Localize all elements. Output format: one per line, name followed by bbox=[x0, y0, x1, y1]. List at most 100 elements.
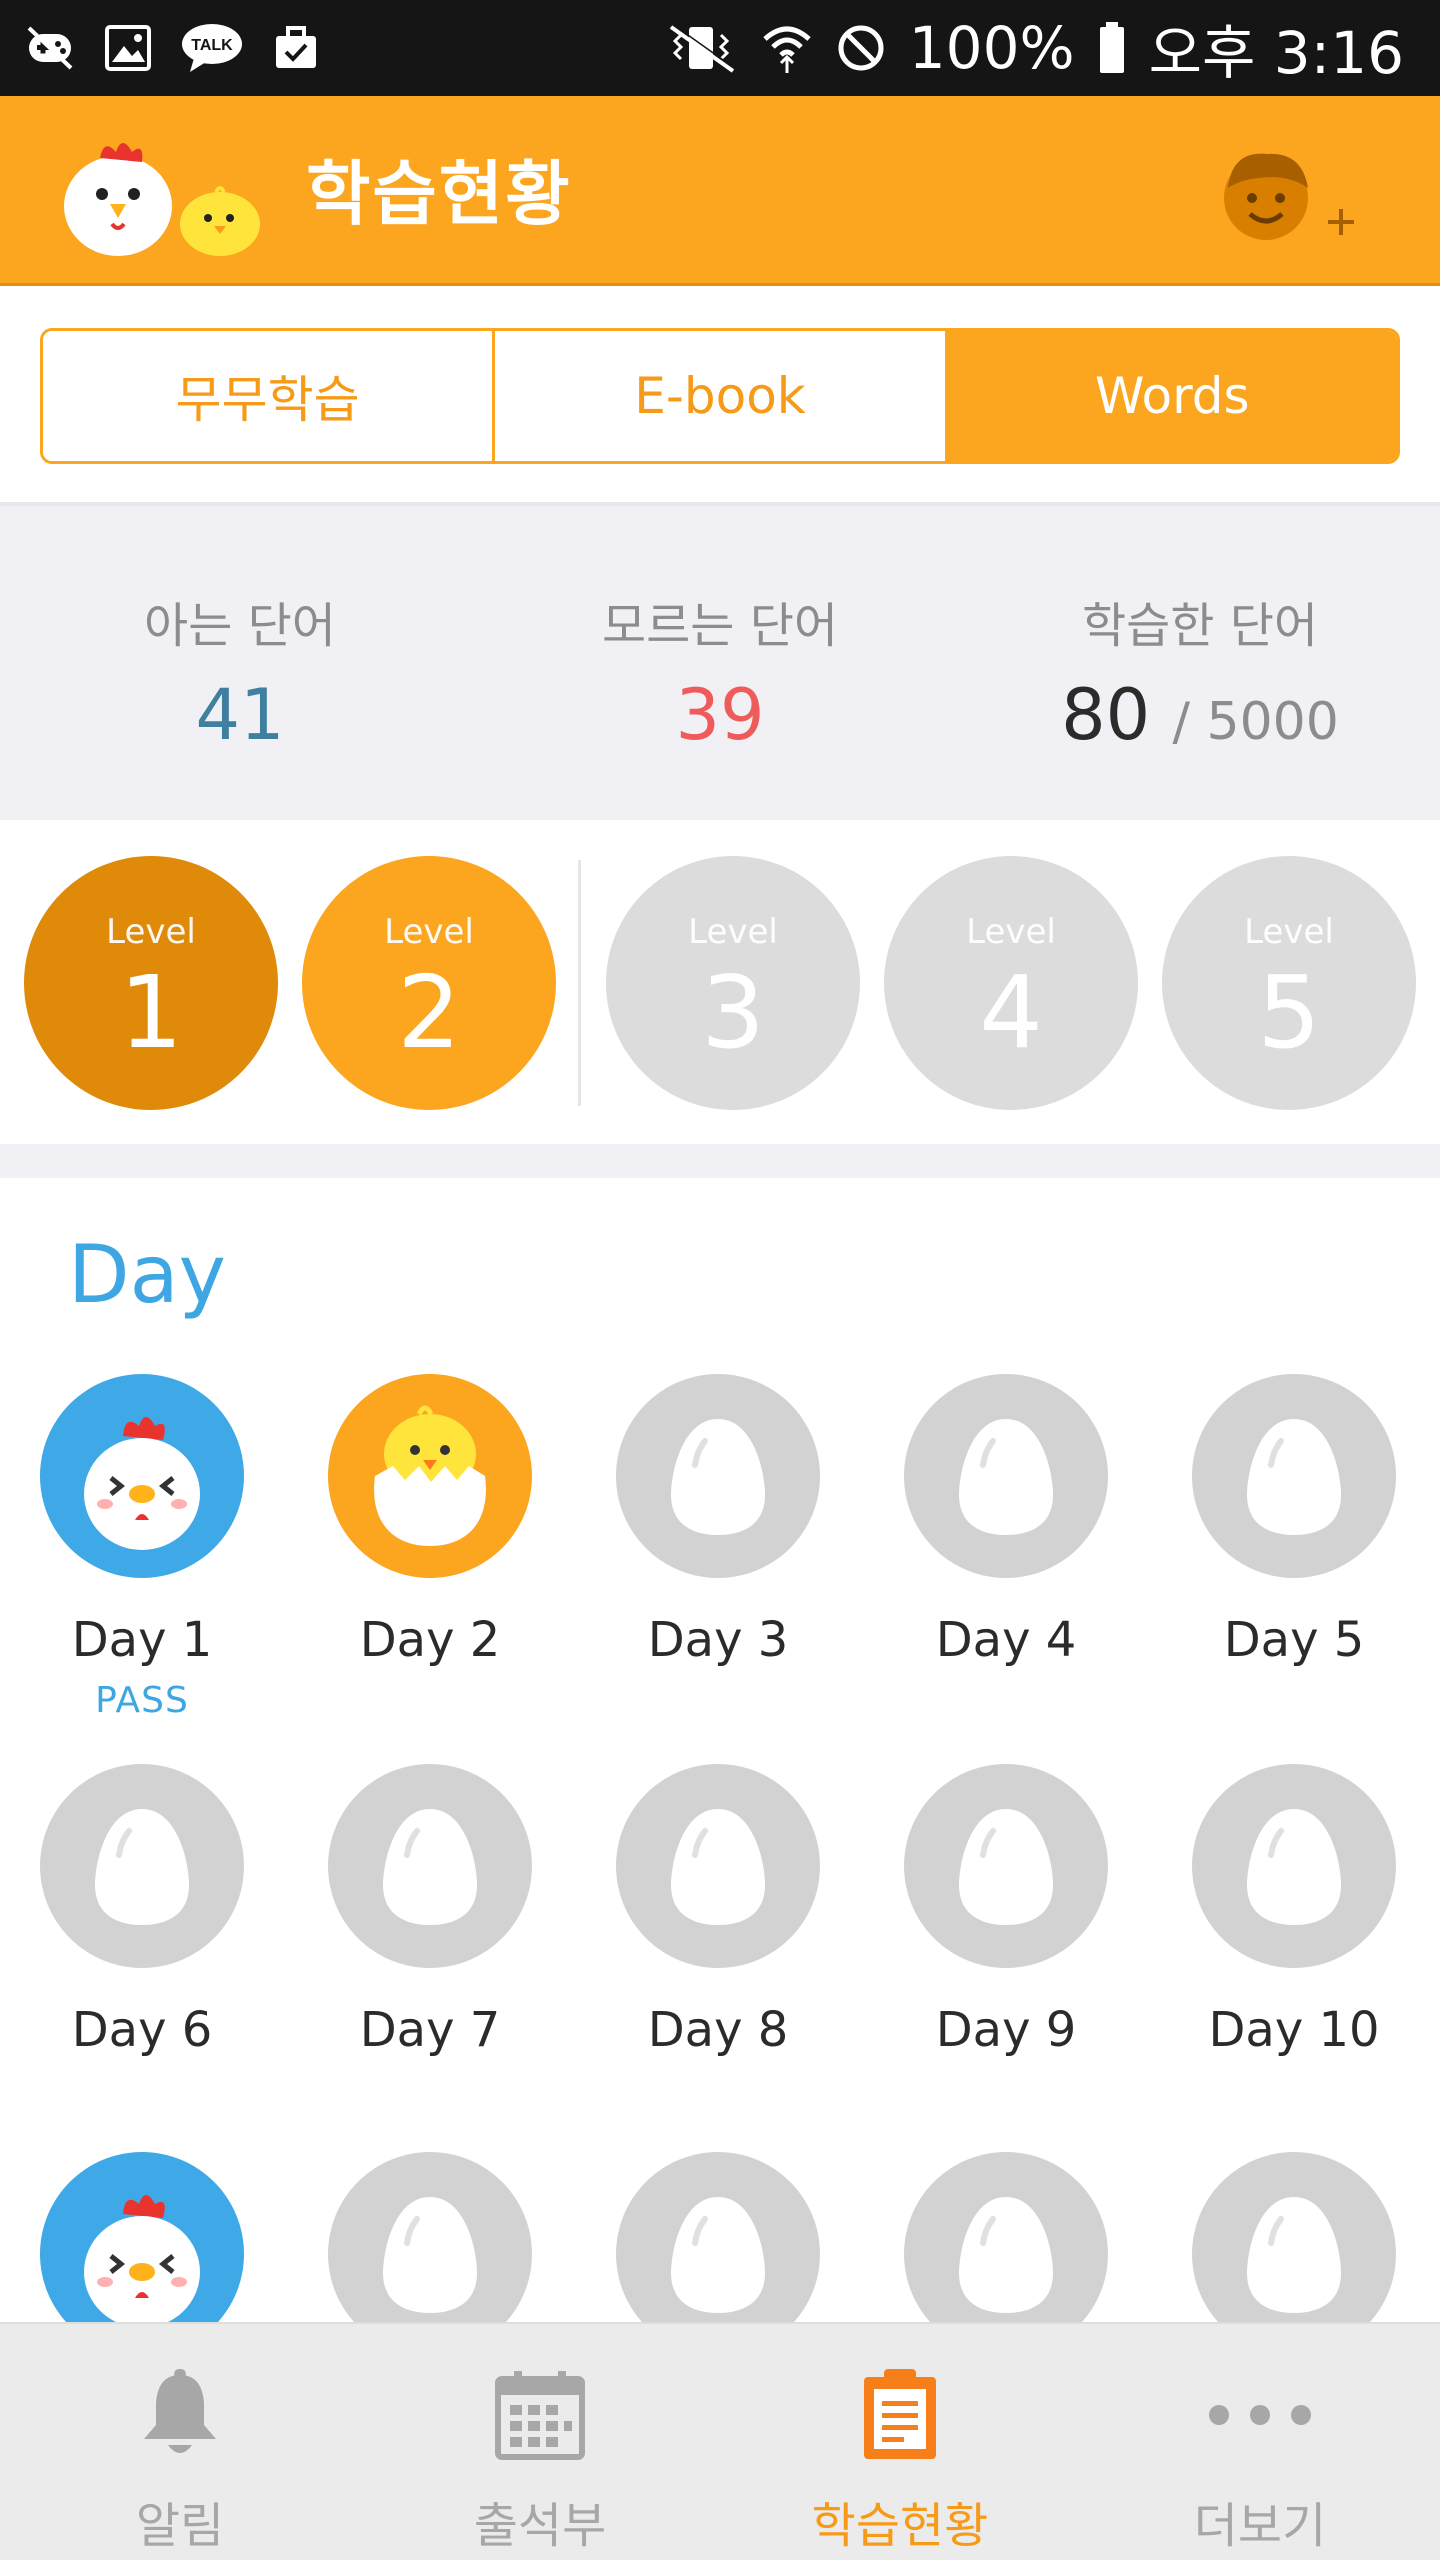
section-separator bbox=[0, 1144, 1440, 1178]
chicken-mascot-icon bbox=[60, 128, 270, 258]
stat-known-value: 41 bbox=[195, 674, 285, 756]
do-not-disturb-icon bbox=[835, 22, 887, 74]
level-selector: Level 1 Level 2 Level 3 Level 4 Level 5 bbox=[0, 820, 1440, 1144]
game-icon bbox=[24, 22, 76, 74]
add-profile-icon[interactable] bbox=[1218, 144, 1358, 254]
stat-unknown-value: 39 bbox=[675, 674, 765, 756]
level-4-button[interactable]: Level 4 bbox=[884, 856, 1138, 1110]
level-2-button[interactable]: Level 2 bbox=[302, 856, 556, 1110]
day-section: Day Day 1 PASS Day 2 Day 3 Day 4 Day 5 Day 6 Da… bbox=[0, 1178, 1440, 2322]
day-item[interactable] bbox=[310, 2152, 550, 2322]
nav-notifications-label: 알림 bbox=[135, 2498, 225, 2554]
level-label: Level bbox=[966, 912, 1056, 952]
day-section-title: Day bbox=[68, 1228, 226, 1321]
level-number: 4 bbox=[979, 954, 1043, 1071]
vibrate-icon bbox=[663, 22, 739, 74]
egg-icon bbox=[1192, 2152, 1396, 2322]
day-item[interactable] bbox=[1174, 2152, 1414, 2322]
talk-icon: TALK bbox=[180, 22, 244, 74]
day-label: Day 1 bbox=[71, 1612, 213, 1668]
word-stats: 아는 단어 41 모르는 단어 39 학습한 단어 80 / 5000 bbox=[0, 506, 1440, 820]
clipboard-icon bbox=[845, 2360, 955, 2470]
day-label: Day 6 bbox=[71, 2002, 213, 2058]
egg-icon bbox=[1192, 1374, 1396, 1578]
egg-icon bbox=[616, 1374, 820, 1578]
egg-icon bbox=[616, 1764, 820, 1968]
briefcase-icon bbox=[270, 22, 322, 74]
status-bar-left: TALK bbox=[0, 22, 322, 74]
day-item[interactable]: Day 5 bbox=[1174, 1374, 1414, 1668]
tab-bar: 무무학습 E-book Words bbox=[40, 328, 1400, 464]
stat-learned-total: / 5000 bbox=[1172, 692, 1339, 752]
wifi-icon bbox=[761, 22, 813, 74]
day-item[interactable]: Day 4 bbox=[886, 1374, 1126, 1668]
level-3-button[interactable]: Level 3 bbox=[606, 856, 860, 1110]
level-1-button[interactable]: Level 1 bbox=[24, 856, 278, 1110]
day-item[interactable]: Day 8 bbox=[598, 1764, 838, 2058]
calendar-icon bbox=[485, 2360, 595, 2470]
stat-learned-label: 학습한 단어 bbox=[1081, 598, 1319, 654]
level-number: 1 bbox=[119, 954, 183, 1071]
day-item[interactable] bbox=[22, 2152, 262, 2322]
clock: 오후 3:16 bbox=[1148, 19, 1404, 87]
day-item[interactable]: Day 7 bbox=[310, 1764, 550, 2058]
nav-more-label: 더보기 bbox=[1193, 2498, 1327, 2554]
day-label: Day 5 bbox=[1223, 1612, 1365, 1668]
app-header: 학습현황 bbox=[0, 96, 1440, 286]
nav-attendance[interactable]: 출석부 bbox=[360, 2324, 720, 2560]
nav-notifications[interactable]: 알림 bbox=[0, 2324, 360, 2560]
level-divider bbox=[578, 860, 581, 1106]
level-label: Level bbox=[384, 912, 474, 952]
stat-learned-row: 80 / 5000 bbox=[960, 674, 1440, 756]
tab-words[interactable]: Words bbox=[944, 331, 1397, 461]
stat-known-label: 아는 단어 bbox=[144, 598, 336, 654]
stat-unknown: 모르는 단어 39 bbox=[480, 586, 960, 756]
day-pass-badge: PASS bbox=[95, 1680, 189, 1721]
stat-learned-value: 80 bbox=[1061, 674, 1151, 756]
day-item[interactable]: Day 2 bbox=[310, 1374, 550, 1668]
level-5-button[interactable]: Level 5 bbox=[1162, 856, 1416, 1110]
stat-known: 아는 단어 41 bbox=[0, 586, 480, 756]
hatching-chick-icon bbox=[328, 1374, 532, 1578]
day-label: Day 7 bbox=[359, 2002, 501, 2058]
chicken-icon bbox=[40, 2152, 244, 2322]
level-label: Level bbox=[688, 912, 778, 952]
day-label: Day 10 bbox=[1208, 2002, 1380, 2058]
day-item[interactable]: Day 6 bbox=[22, 1764, 262, 2058]
level-number: 3 bbox=[701, 954, 765, 1071]
day-item[interactable]: Day 1 PASS bbox=[22, 1374, 262, 1721]
chicken-icon bbox=[40, 1374, 244, 1578]
nav-learning-status[interactable]: 학습현황 bbox=[720, 2324, 1080, 2560]
tab-ebook[interactable]: E-book bbox=[492, 331, 945, 461]
day-label: Day 9 bbox=[935, 2002, 1077, 2058]
egg-icon bbox=[616, 2152, 820, 2322]
egg-icon bbox=[328, 2152, 532, 2322]
nav-more[interactable]: 더보기 bbox=[1080, 2324, 1440, 2560]
day-label: Day 8 bbox=[647, 2002, 789, 2058]
day-item[interactable]: Day 10 bbox=[1174, 1764, 1414, 2058]
day-item[interactable] bbox=[598, 2152, 838, 2322]
gallery-icon bbox=[102, 22, 154, 74]
day-item[interactable]: Day 9 bbox=[886, 1764, 1126, 2058]
battery-icon bbox=[1097, 22, 1127, 74]
talk-badge-text: TALK bbox=[191, 37, 233, 54]
day-label: Day 2 bbox=[359, 1612, 501, 1668]
level-label: Level bbox=[106, 912, 196, 952]
egg-icon bbox=[328, 1764, 532, 1968]
day-item[interactable]: Day 3 bbox=[598, 1374, 838, 1668]
tabs-area: 무무학습 E-book Words bbox=[0, 286, 1440, 506]
bell-icon bbox=[125, 2360, 235, 2470]
page-title: 학습현황 bbox=[306, 153, 572, 235]
egg-icon bbox=[904, 2152, 1108, 2322]
status-bar-right: 100% 오후 3:16 bbox=[663, 6, 1440, 90]
bottom-navigation: 알림 출석부 학습현황 더보기 bbox=[0, 2322, 1440, 2560]
status-bar: TALK 100% 오후 3:16 bbox=[0, 0, 1440, 96]
day-item[interactable] bbox=[886, 2152, 1126, 2322]
day-label: Day 3 bbox=[647, 1612, 789, 1668]
tab-mumu-learning[interactable]: 무무학습 bbox=[43, 331, 493, 461]
level-label: Level bbox=[1244, 912, 1334, 952]
nav-learning-status-label: 학습현황 bbox=[811, 2498, 989, 2554]
stat-unknown-label: 모르는 단어 bbox=[601, 598, 839, 654]
stat-learned: 학습한 단어 80 / 5000 bbox=[960, 586, 1440, 756]
egg-icon bbox=[1192, 1764, 1396, 1968]
